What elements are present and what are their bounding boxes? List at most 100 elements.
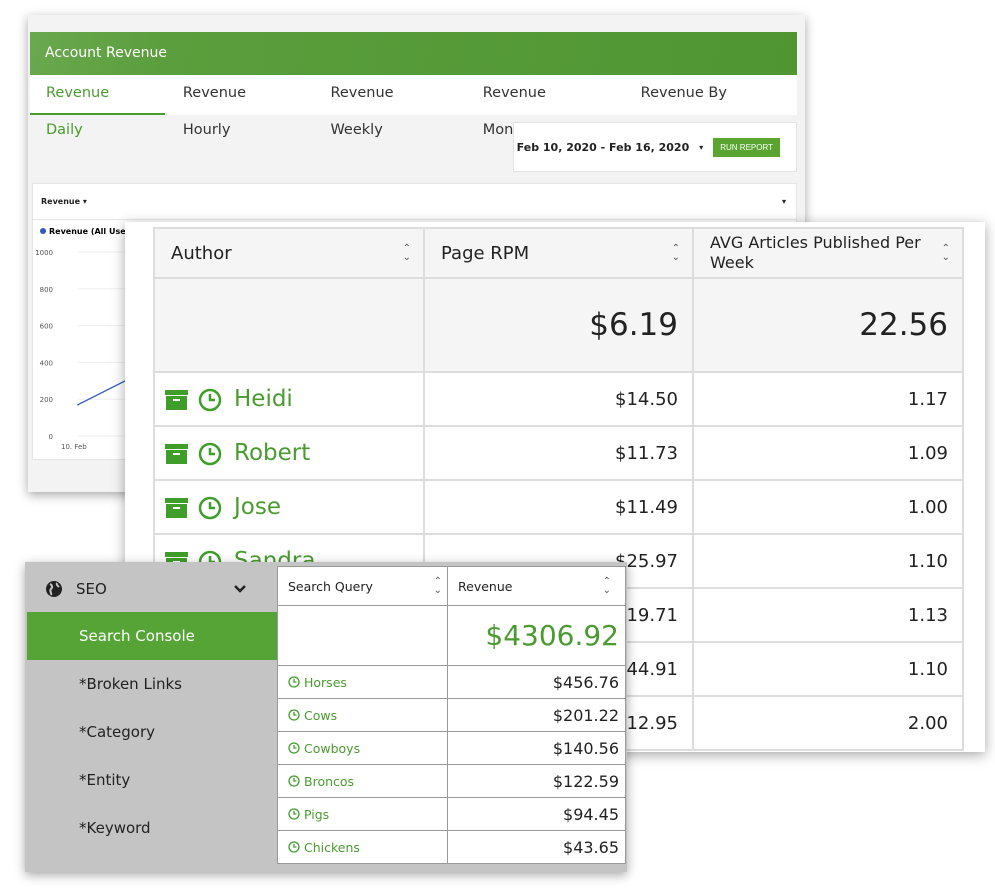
query-link[interactable]: Pigs — [304, 807, 329, 822]
data-point — [77, 403, 79, 406]
sort-icon[interactable]: ⌃ ⌄ — [942, 244, 950, 263]
column-header-search-query[interactable]: Search Query ⌃ ⌄ — [277, 566, 448, 606]
avg-articles-cell: 2.00 — [692, 695, 964, 751]
revenue-cell: $140.56 — [447, 731, 626, 765]
archive-icon[interactable] — [165, 497, 188, 518]
metric-select[interactable]: Revenue ▾ ▾ — [33, 184, 796, 220]
sidebar-item-search-console[interactable]: Search Console — [27, 612, 277, 660]
totals-row: $4306.92 — [277, 605, 626, 666]
table-row: Pigs $94.45 — [277, 797, 626, 831]
query-cell[interactable]: Broncos — [277, 764, 448, 798]
header-label: Revenue — [458, 578, 513, 594]
clock-icon — [288, 774, 300, 787]
clock-icon — [288, 708, 300, 721]
tab-revenue-weekly[interactable]: Revenue Weekly — [314, 75, 464, 138]
header-label: AVG Articles Published Per Week — [710, 233, 921, 272]
query-link[interactable]: Broncos — [304, 774, 354, 789]
table-row: Chickens $43.65 — [277, 830, 626, 864]
page-rpm-cell: $14.50 — [423, 371, 694, 427]
seo-section-header[interactable]: SEO — [27, 566, 277, 612]
revenue-cell: $94.45 — [447, 797, 626, 831]
metric-select-value: Revenue — [41, 197, 81, 206]
column-header-avg-articles[interactable]: AVG Articles Published Per Week ⌃ ⌄ — [692, 227, 964, 279]
column-header-author[interactable]: Author ⌃ ⌄ — [153, 227, 425, 279]
query-cell[interactable]: Cowboys — [277, 731, 448, 765]
table-row: Jose $11.49 1.00 — [153, 479, 964, 535]
clock-icon[interactable] — [198, 496, 222, 520]
table-row: Robert $11.73 1.09 — [153, 425, 964, 481]
column-header-revenue[interactable]: Revenue ⌃ ⌄ — [447, 566, 626, 606]
total-revenue: $4306.92 — [447, 605, 626, 666]
revenue-cell: $201.22 — [447, 698, 626, 732]
archive-icon[interactable] — [165, 443, 188, 464]
tab-revenue-by-device[interactable]: Revenue By Device — [625, 75, 795, 138]
clock-icon[interactable] — [198, 442, 222, 466]
run-report-button[interactable]: RUN REPORT — [713, 137, 780, 157]
query-link[interactable]: Cows — [304, 708, 337, 723]
author-link[interactable]: Jose — [234, 494, 281, 520]
y-tick-label: 1000 — [35, 249, 53, 257]
header-label: Author — [171, 242, 232, 264]
clock-icon — [288, 840, 300, 853]
total-page-rpm: $6.19 — [423, 277, 694, 373]
query-cell[interactable]: Horses — [277, 665, 448, 699]
column-header-page-rpm[interactable]: Page RPM ⌃ ⌄ — [423, 227, 694, 279]
author-link[interactable]: Robert — [234, 440, 310, 466]
legend-marker — [40, 228, 46, 234]
y-tick-label: 200 — [40, 396, 53, 404]
tab-revenue-daily[interactable]: Revenue Daily — [30, 75, 165, 138]
query-cell[interactable]: Pigs — [277, 797, 448, 831]
query-cell[interactable]: Cows — [277, 698, 448, 732]
author-cell: Jose — [153, 479, 425, 535]
revenue-tabs: Revenue Daily Revenue Hourly Revenue Wee… — [30, 75, 797, 138]
totals-row: $6.19 22.56 — [153, 277, 964, 373]
author-link[interactable]: Heidi — [234, 386, 293, 412]
avg-articles-cell: 1.10 — [692, 641, 964, 697]
query-link[interactable]: Chickens — [304, 840, 360, 855]
query-cell[interactable]: Chickens — [277, 830, 448, 864]
y-tick-label: 800 — [40, 286, 53, 294]
sort-icon[interactable]: ⌃ ⌄ — [672, 244, 680, 263]
avg-articles-cell: 1.10 — [692, 533, 964, 589]
date-range-box: Feb 10, 2020 - Feb 16, 2020 ▾ RUN REPORT — [513, 122, 797, 172]
table-row: Horses $456.76 — [277, 665, 626, 699]
chevron-down-icon[interactable]: ▾ — [699, 143, 703, 152]
revenue-cell: $122.59 — [447, 764, 626, 798]
sidebar-item-category[interactable]: *Category — [27, 708, 277, 756]
revenue-cell: $456.76 — [447, 665, 626, 699]
search-query-table: Search Query ⌃ ⌄ Revenue ⌃ ⌄ $4306.92 Horses… — [277, 566, 626, 864]
sidebar-item-keyword[interactable]: *Keyword — [27, 804, 277, 852]
avg-articles-cell: 1.17 — [692, 371, 964, 427]
sidebar-item-entity[interactable]: *Entity — [27, 756, 277, 804]
tab-revenue-hourly[interactable]: Revenue Hourly — [167, 75, 313, 138]
sort-icon[interactable]: ⌃ ⌄ — [603, 577, 611, 596]
panel-title: Account Revenue — [30, 32, 797, 75]
header-label: Page RPM — [441, 242, 530, 264]
table-row: Broncos $122.59 — [277, 764, 626, 798]
page-rpm-cell: $11.73 — [423, 425, 694, 481]
chevron-down-icon[interactable] — [233, 584, 247, 594]
date-range-picker[interactable]: Feb 10, 2020 - Feb 16, 2020 — [517, 141, 690, 154]
table-row: Cowboys $140.56 — [277, 731, 626, 765]
query-link[interactable]: Cowboys — [304, 741, 360, 756]
seo-panel: SEO Search Console *Broken Links *Catego… — [25, 562, 627, 872]
avg-articles-cell: 1.00 — [692, 479, 964, 535]
sidebar-item-broken-links[interactable]: *Broken Links — [27, 660, 277, 708]
avg-articles-cell: 1.09 — [692, 425, 964, 481]
chevron-down-icon: ▾ — [82, 197, 87, 206]
chevron-down-icon[interactable]: ▾ — [782, 184, 786, 220]
clock-icon[interactable] — [198, 388, 222, 412]
table-row: Cows $201.22 — [277, 698, 626, 732]
avg-articles-cell: 1.13 — [692, 587, 964, 643]
y-tick-label: 0 — [49, 433, 53, 441]
sort-icon[interactable]: ⌃ ⌄ — [403, 244, 411, 263]
y-tick-label: 600 — [40, 323, 53, 331]
clock-icon — [288, 675, 300, 688]
author-cell: Heidi — [153, 371, 425, 427]
header-label: Search Query — [288, 578, 373, 594]
author-cell: Robert — [153, 425, 425, 481]
query-link[interactable]: Horses — [304, 675, 347, 690]
tab-revenue-monthly[interactable]: Revenue Monthly — [467, 75, 623, 138]
sort-icon[interactable]: ⌃ ⌄ — [434, 577, 442, 596]
archive-icon[interactable] — [165, 389, 188, 410]
